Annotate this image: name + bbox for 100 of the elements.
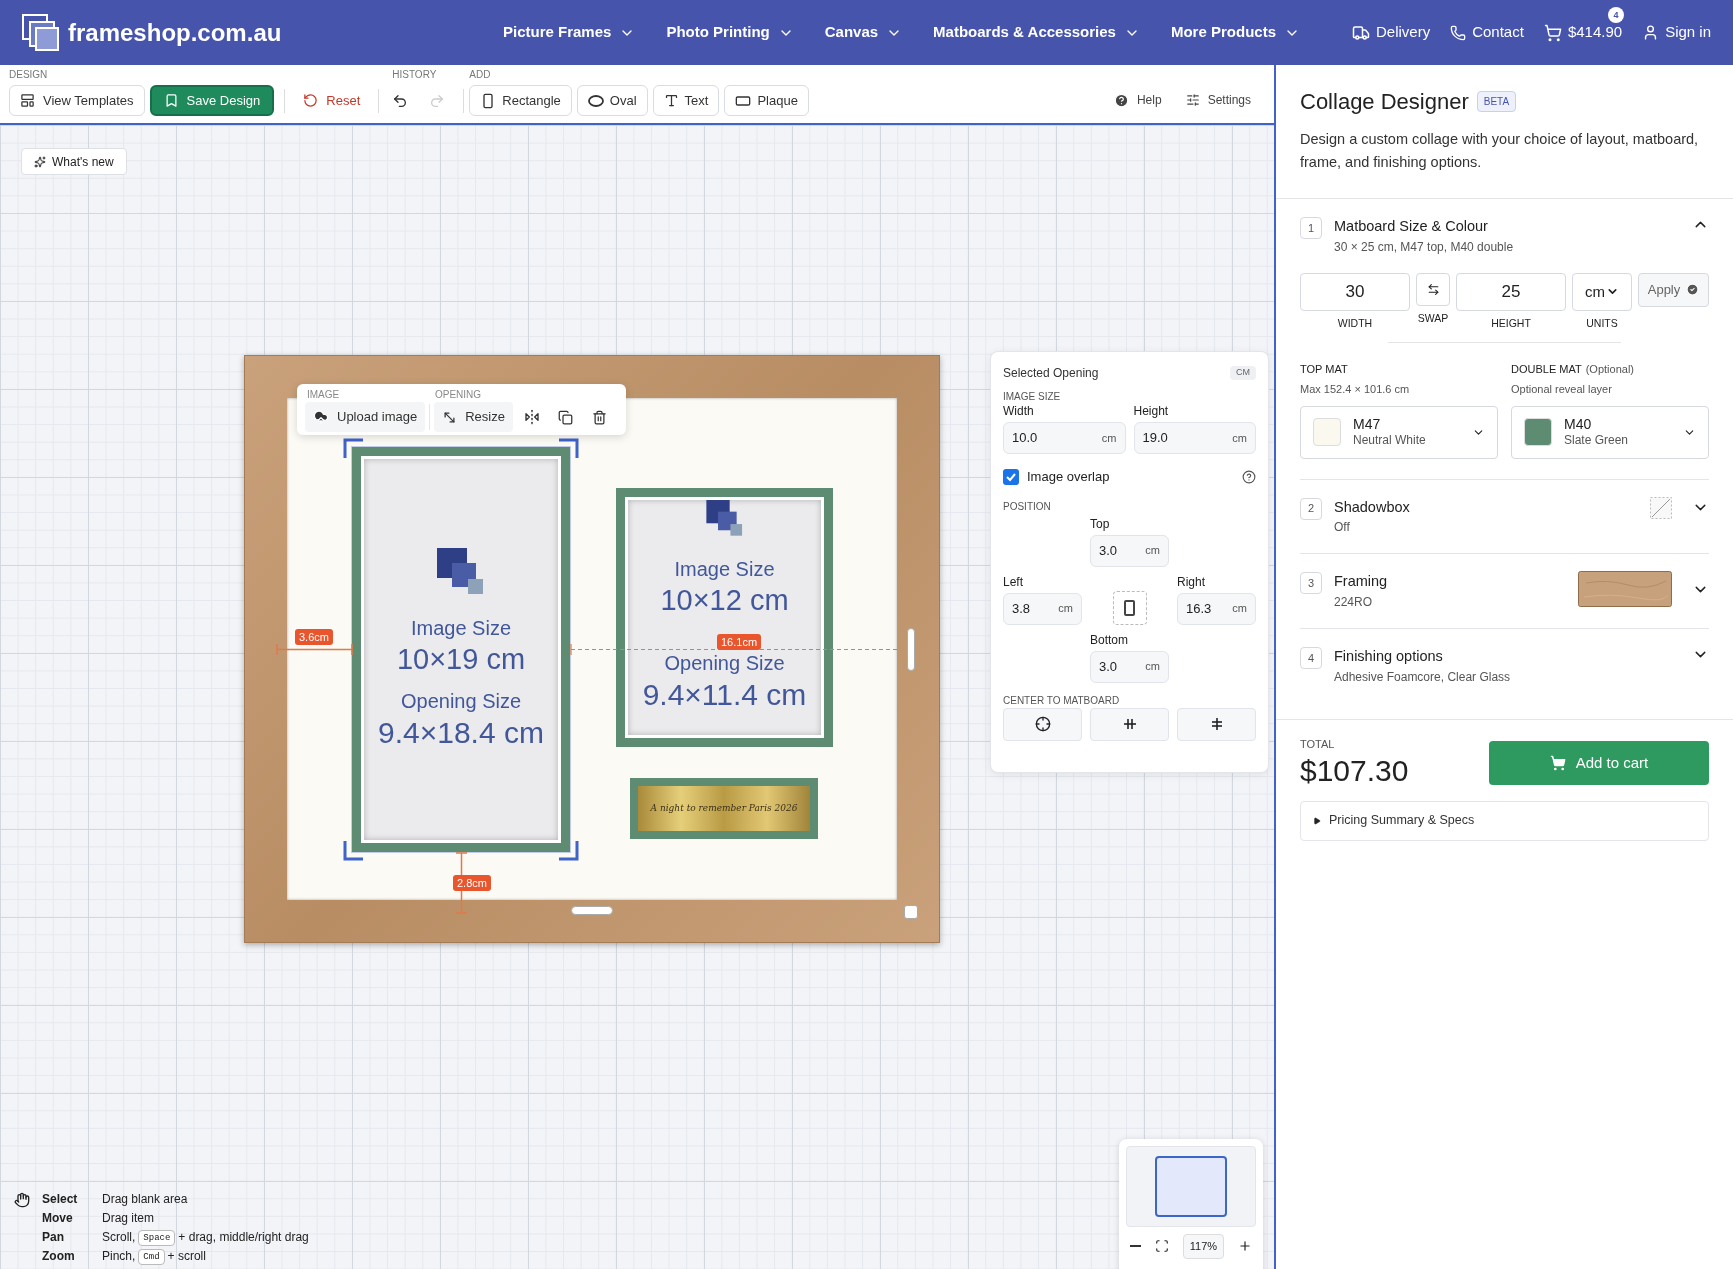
fit-view-button[interactable] bbox=[1154, 1239, 1169, 1254]
nav-menu[interactable]: More Products bbox=[1170, 21, 1300, 44]
add-shape-button[interactable]: Plaque bbox=[724, 85, 809, 116]
upload-image-button[interactable]: Upload image bbox=[305, 402, 426, 432]
number-field[interactable]: 19.0 cm bbox=[1133, 422, 1256, 454]
resize-handle[interactable] bbox=[571, 906, 613, 915]
engraved-plaque[interactable]: A night to remember Paris 2026 bbox=[630, 778, 818, 839]
nav-menu[interactable]: Matboards & Accessories bbox=[933, 21, 1140, 44]
section-label: CENTER TO MATBOARD bbox=[1003, 693, 1121, 708]
toolbar-group-label: ADD bbox=[469, 68, 492, 82]
toolbar-group-label: HISTORY bbox=[392, 68, 438, 82]
accordion-header[interactable]: 4 Finishing options Adhesive Foamcore, Clear Glass bbox=[1300, 629, 1709, 703]
height-field[interactable]: 25 bbox=[1456, 272, 1566, 311]
undo-icon bbox=[392, 92, 409, 109]
toolbar-group-label: DESIGN bbox=[9, 68, 49, 82]
number-field[interactable]: 3.8 cm bbox=[1003, 592, 1082, 625]
sidebar-description: Design a custom collage with your choice of layout, matboard, frame, and finishing options. bbox=[1300, 130, 1700, 172]
nav-menu[interactable]: Photo Printing bbox=[666, 21, 794, 44]
swap-button[interactable] bbox=[1416, 272, 1450, 306]
mat-code: M40 bbox=[1564, 415, 1593, 434]
plaque-text: A night to remember Paris 2026 bbox=[650, 801, 798, 815]
image-size-value: 10×19 cm bbox=[396, 641, 526, 677]
center-vertical-button[interactable] bbox=[1177, 707, 1256, 741]
copy-icon bbox=[558, 409, 574, 425]
field-caption: SWAP bbox=[1417, 310, 1449, 326]
image-size-label: Image Size bbox=[674, 557, 775, 583]
gesture-description: Scroll, bbox=[102, 1229, 136, 1246]
fit-view-icon bbox=[1154, 1239, 1169, 1254]
mat-code: M47 bbox=[1353, 415, 1382, 434]
units-select[interactable]: cm bbox=[1572, 272, 1632, 311]
pricing-summary-toggle[interactable]: Pricing Summary & Specs bbox=[1300, 800, 1709, 841]
delivery-link[interactable]: Delivery bbox=[1352, 21, 1431, 44]
resize-handle[interactable] bbox=[907, 628, 915, 671]
step-summary: 224RO bbox=[1334, 594, 1374, 611]
mat-hint: Optional reveal layer bbox=[1511, 382, 1613, 397]
panel-title: Selected Opening bbox=[1003, 365, 1099, 382]
keyboard-key: Space bbox=[138, 1229, 176, 1246]
step-number: 3 bbox=[1300, 572, 1322, 595]
add-to-cart-button[interactable]: Add to cart bbox=[1489, 740, 1709, 785]
mat-color-select[interactable]: M47 Neutral White bbox=[1300, 405, 1498, 459]
accordion-header[interactable]: 2 Shadowbox Off bbox=[1300, 479, 1709, 554]
help-icon[interactable] bbox=[1242, 469, 1256, 484]
cart-icon bbox=[1543, 23, 1562, 42]
zoom-level: 117% bbox=[1182, 1234, 1225, 1259]
total-price: $107.30 bbox=[1300, 753, 1409, 790]
crosshair-icon bbox=[1034, 716, 1051, 732]
accordion-header[interactable]: 1 Matboard Size & Colour 30 × 25 cm, M47 top, M40 double bbox=[1300, 199, 1709, 273]
step-title: Matboard Size & Colour bbox=[1334, 217, 1489, 236]
upload-icon bbox=[313, 409, 329, 425]
reset-button[interactable]: Reset bbox=[295, 85, 369, 116]
cart-link[interactable]: $414.90 bbox=[1543, 21, 1623, 44]
center-both-button[interactable] bbox=[1003, 707, 1082, 741]
zoom-out-icon bbox=[1130, 1245, 1141, 1248]
cart-count-badge: 4 bbox=[1608, 7, 1625, 24]
center-vertical-icon bbox=[1209, 717, 1224, 731]
help-button[interactable]: Help bbox=[1113, 91, 1162, 109]
add-shape-button[interactable]: Text bbox=[652, 85, 720, 116]
resize-handle[interactable] bbox=[904, 905, 918, 919]
gesture-name: Pan bbox=[42, 1229, 65, 1246]
phone-icon bbox=[1450, 24, 1467, 41]
apply-button[interactable]: Apply bbox=[1638, 272, 1709, 307]
step-number: 4 bbox=[1300, 647, 1322, 669]
image-overlap-checkbox[interactable] bbox=[1003, 468, 1019, 485]
beta-badge: BETA bbox=[1476, 91, 1517, 112]
number-field[interactable]: 10.0 cm bbox=[1003, 422, 1126, 454]
step-summary: Off bbox=[1334, 519, 1351, 537]
step-summary: 30 × 25 cm, M47 top, M40 double bbox=[1334, 238, 1514, 256]
viewport-indicator bbox=[1155, 1156, 1227, 1217]
zoom-in-button[interactable] bbox=[1238, 1239, 1252, 1254]
nav-menu[interactable]: Canvas bbox=[824, 21, 903, 44]
mat-color-select[interactable]: M40 Slate Green bbox=[1511, 405, 1709, 459]
trash-icon bbox=[592, 409, 608, 425]
keyboard-key: Cmd bbox=[138, 1248, 165, 1265]
settings-button[interactable]: Settings bbox=[1185, 91, 1251, 109]
number-field[interactable]: 16.3 cm bbox=[1177, 592, 1256, 625]
cart-icon bbox=[1549, 754, 1566, 771]
resize-button[interactable]: Resize bbox=[434, 402, 513, 432]
contact-link[interactable]: Contact bbox=[1450, 21, 1524, 44]
gesture-description: Drag blank area bbox=[102, 1191, 188, 1208]
step-title: Shadowbox bbox=[1334, 497, 1410, 517]
whats-new-button[interactable]: What's new bbox=[21, 148, 127, 175]
number-field[interactable]: 3.0 cm bbox=[1090, 650, 1169, 683]
gesture-description: + drag, middle/right drag bbox=[178, 1229, 309, 1246]
resize-icon bbox=[442, 409, 458, 425]
add-shape-button[interactable]: Rectangle bbox=[469, 85, 572, 116]
add-shape-button[interactable]: Oval bbox=[576, 85, 648, 116]
mat-opening[interactable]: Image Size 10×19 cm Opening Size 9.4×18.4 cm bbox=[352, 447, 570, 852]
site-logo[interactable]: frameshop.com.au bbox=[68, 14, 282, 51]
mat-heading: DOUBLE MAT bbox=[1511, 361, 1582, 377]
width-field[interactable]: 30 bbox=[1300, 272, 1410, 311]
checkbox-label: Image overlap bbox=[1027, 468, 1110, 486]
sign-in-link[interactable]: Sign in bbox=[1642, 21, 1711, 44]
nav-menu[interactable]: Picture Frames bbox=[503, 21, 636, 44]
number-field[interactable]: 3.0 cm bbox=[1090, 534, 1169, 567]
save-design-button[interactable]: Save Design bbox=[149, 85, 275, 116]
center-horizontal-button[interactable] bbox=[1090, 707, 1169, 741]
gesture-description: + scroll bbox=[167, 1248, 206, 1265]
view-templates-button[interactable]: View Templates bbox=[9, 85, 145, 116]
accordion-header[interactable]: 3 Framing 224RO bbox=[1300, 554, 1709, 628]
design-canvas[interactable] bbox=[0, 125, 1274, 1269]
